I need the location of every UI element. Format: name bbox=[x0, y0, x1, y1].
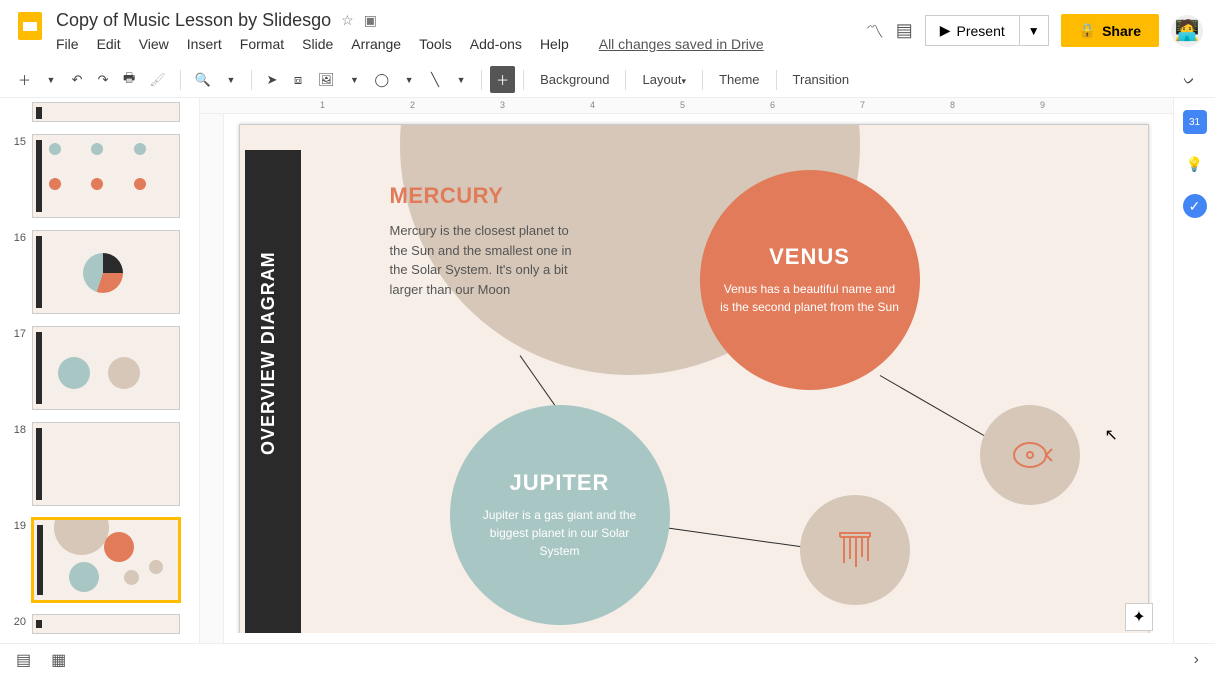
thumb-number: 19 bbox=[8, 518, 26, 602]
jupiter-circle[interactable]: JUPITER Jupiter is a gas giant and the b… bbox=[450, 405, 670, 625]
textbox-tool[interactable]: ⧈ bbox=[286, 68, 310, 92]
jupiter-desc: Jupiter is a gas giant and the biggest p… bbox=[470, 506, 650, 560]
new-slide-button[interactable]: ＋ bbox=[12, 66, 37, 93]
thumb-number: 16 bbox=[8, 230, 26, 314]
footer: ▤ ▦ › bbox=[0, 643, 1215, 675]
slide-thumb-20[interactable] bbox=[32, 614, 180, 634]
print-button[interactable]: 🖶 bbox=[117, 65, 141, 95]
menu-format[interactable]: Format bbox=[240, 36, 284, 52]
mercury-desc: Mercury is the closest planet to the Sun… bbox=[390, 221, 590, 299]
shape-dropdown[interactable]: ▼ bbox=[397, 71, 421, 89]
zoom-dropdown[interactable]: ▼ bbox=[219, 71, 243, 89]
menu-tools[interactable]: Tools bbox=[419, 36, 452, 52]
doc-title[interactable]: Copy of Music Lesson by Slidesgo bbox=[56, 10, 331, 31]
activity-icon[interactable]: 〽 bbox=[866, 18, 884, 44]
comment-tool[interactable]: ＋ bbox=[490, 66, 515, 93]
menu-addons[interactable]: Add-ons bbox=[470, 36, 522, 52]
jupiter-title: JUPITER bbox=[510, 470, 610, 496]
present-button[interactable]: ▶ Present bbox=[925, 15, 1020, 46]
menu-insert[interactable]: Insert bbox=[187, 36, 222, 52]
slide-thumb-16[interactable] bbox=[32, 230, 180, 314]
share-label: Share bbox=[1102, 23, 1141, 39]
venus-title: VENUS bbox=[769, 244, 850, 270]
collapse-toolbar-icon[interactable]: ᨆ bbox=[1175, 68, 1203, 92]
explore-button[interactable]: ✦ bbox=[1125, 603, 1153, 631]
present-dropdown[interactable]: ▼ bbox=[1020, 15, 1049, 46]
transition-button[interactable]: Transition bbox=[785, 68, 858, 91]
share-button[interactable]: 🔒 Share bbox=[1061, 14, 1159, 47]
menu-slide[interactable]: Slide bbox=[302, 36, 333, 52]
filmstrip-view-icon[interactable]: ▤ bbox=[12, 646, 35, 674]
menu-view[interactable]: View bbox=[139, 36, 169, 52]
select-tool[interactable]: ➤ bbox=[260, 68, 284, 92]
new-slide-dropdown[interactable]: ▼ bbox=[39, 71, 63, 89]
background-button[interactable]: Background bbox=[532, 68, 617, 91]
thumb-number: 15 bbox=[8, 134, 26, 218]
shape-tool[interactable]: ◯ bbox=[369, 68, 396, 92]
slide-thumb-17[interactable] bbox=[32, 326, 180, 410]
lock-icon: 🔒 bbox=[1079, 22, 1096, 39]
comments-icon[interactable]: ▤ bbox=[896, 20, 913, 41]
mercury-text[interactable]: MERCURY Mercury is the closest planet to… bbox=[390, 183, 590, 299]
star-icon[interactable]: ☆ bbox=[341, 12, 354, 29]
calendar-icon[interactable]: 31 bbox=[1183, 110, 1207, 134]
line-dropdown[interactable]: ▼ bbox=[449, 71, 473, 89]
chimes-circle[interactable] bbox=[800, 495, 910, 605]
tasks-icon[interactable]: ✓ bbox=[1183, 194, 1207, 218]
ruler-horizontal: 1 2 3 4 5 6 7 8 9 bbox=[200, 98, 1173, 114]
slide-thumb-18[interactable] bbox=[32, 422, 180, 506]
slide-thumb-15[interactable] bbox=[32, 134, 180, 218]
sidebar-title: OVERVIEW DIAGRAM bbox=[258, 251, 279, 455]
avatar[interactable]: 🧑‍💻 bbox=[1171, 15, 1203, 47]
venus-circle[interactable]: VENUS Venus has a beautiful name and is … bbox=[700, 170, 920, 390]
slide-thumb-19[interactable] bbox=[32, 518, 180, 602]
menu-file[interactable]: File bbox=[56, 36, 79, 52]
slide-thumb-prev[interactable] bbox=[32, 102, 180, 122]
menubar: File Edit View Insert Format Slide Arran… bbox=[56, 36, 866, 52]
mercury-title: MERCURY bbox=[390, 183, 590, 209]
side-panel: 31 💡 ✓ bbox=[1173, 98, 1215, 643]
line-tool[interactable]: ╲ bbox=[423, 68, 447, 92]
slides-logo[interactable] bbox=[12, 8, 48, 44]
drum-circle[interactable] bbox=[980, 405, 1080, 505]
slide-canvas[interactable]: MERCURY Mercury is the closest planet to… bbox=[239, 124, 1149, 633]
layout-button[interactable]: Layout▾ bbox=[634, 68, 694, 91]
canvas-area[interactable]: 1 2 3 4 5 6 7 8 9 MERCURY Mercury is the… bbox=[200, 98, 1173, 643]
theme-button[interactable]: Theme bbox=[711, 68, 767, 91]
cursor-icon: ↖ bbox=[1105, 425, 1118, 445]
image-dropdown[interactable]: ▼ bbox=[343, 71, 367, 89]
folder-icon[interactable]: ▣ bbox=[364, 12, 377, 29]
chevron-right-icon[interactable]: › bbox=[1190, 647, 1203, 673]
zoom-button[interactable]: 🔍 bbox=[189, 68, 217, 92]
grid-view-icon[interactable]: ▦ bbox=[47, 646, 70, 674]
thumb-number: 18 bbox=[8, 422, 26, 506]
thumb-number: 17 bbox=[8, 326, 26, 410]
paint-format-button[interactable]: 🖌 bbox=[143, 68, 172, 92]
menu-help[interactable]: Help bbox=[540, 36, 569, 52]
undo-button[interactable]: ↶ bbox=[65, 68, 89, 92]
present-label: Present bbox=[957, 23, 1005, 39]
image-tool[interactable]: 🖼 bbox=[312, 68, 341, 92]
play-icon: ▶ bbox=[940, 22, 951, 39]
redo-button[interactable]: ↷ bbox=[91, 68, 115, 92]
filmstrip[interactable]: 15 16 17 18 19 20 bbox=[0, 98, 200, 643]
keep-icon[interactable]: 💡 bbox=[1183, 152, 1207, 176]
toolbar: ＋ ▼ ↶ ↷ 🖶 🖌 🔍 ▼ ➤ ⧈ 🖼 ▼ ◯ ▼ ╲ ▼ ＋ Backgr… bbox=[0, 62, 1215, 98]
save-status[interactable]: All changes saved in Drive bbox=[599, 36, 764, 52]
menu-edit[interactable]: Edit bbox=[97, 36, 121, 52]
thumb-number: 20 bbox=[8, 614, 26, 634]
venus-desc: Venus has a beautiful name and is the se… bbox=[720, 280, 900, 316]
ruler-vertical bbox=[200, 114, 224, 643]
menu-arrange[interactable]: Arrange bbox=[351, 36, 401, 52]
